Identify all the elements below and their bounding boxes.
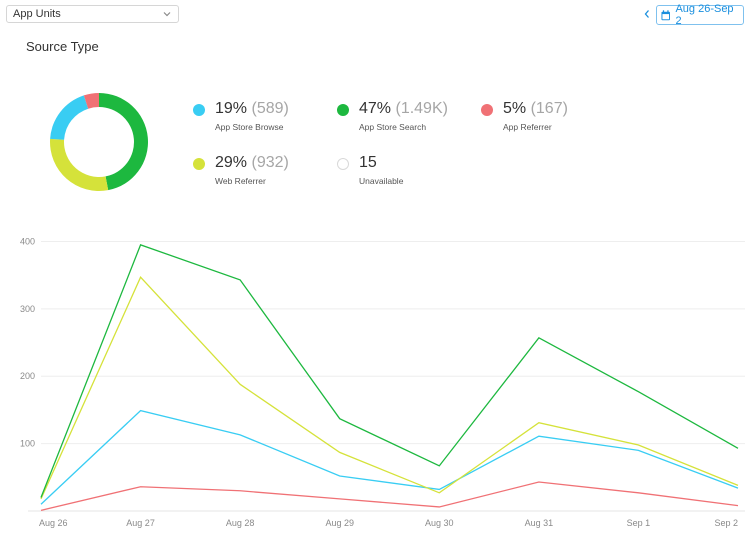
x-tick-label: Aug 29: [325, 518, 354, 528]
legend-percent: 15: [359, 154, 377, 171]
legend-label: Unavailable: [359, 176, 404, 186]
previous-period-button[interactable]: [642, 7, 652, 21]
legend-label: Web Referrer: [215, 176, 266, 186]
y-tick-label: 200: [20, 371, 35, 381]
donut-slice-web-referrer: [49, 138, 109, 191]
y-tick-label: 400: [20, 236, 35, 246]
x-tick-label: Sep 2: [714, 518, 738, 528]
legend-percent: 29%: [215, 154, 248, 171]
legend-dot-unavailable: [337, 158, 349, 170]
y-tick-label: 100: [20, 439, 35, 449]
legend-count: (1.49K): [395, 100, 448, 117]
metric-select[interactable]: App Units: [6, 5, 179, 23]
x-tick-label: Aug 30: [425, 518, 454, 528]
legend-dot-web: [193, 158, 205, 170]
y-tick-label: 300: [20, 304, 35, 314]
chevron-down-icon: [163, 12, 171, 17]
date-range-picker[interactable]: Aug 26-Sep 2: [656, 3, 744, 27]
legend-label: App Store Browse: [215, 122, 284, 132]
x-tick-label: Aug 26: [39, 518, 68, 528]
legend-value: 47% (1.49K): [359, 100, 448, 118]
source-type-donut-chart: [49, 93, 148, 191]
x-tick-label: Aug 27: [126, 518, 155, 528]
x-tick-label: Sep 1: [627, 518, 651, 528]
legend-value: 19% (589): [215, 100, 289, 118]
legend-percent: 47%: [359, 100, 392, 117]
x-tick-label: Aug 28: [226, 518, 255, 528]
series-line-app-store-browse: [40, 409, 739, 505]
calendar-icon: [661, 9, 670, 20]
legend-count: (167): [530, 100, 568, 117]
section-title: Source Type: [26, 39, 99, 54]
units-line-chart: 100 200 300 400 Aug 26 Aug 27 Aug 28 Aug 29 Aug …: [20, 236, 745, 528]
chevron-left-icon: [644, 10, 649, 18]
legend-label: App Referrer: [503, 122, 552, 132]
legend-dot-search: [337, 104, 349, 116]
legend-value: 15: [359, 154, 377, 172]
series-line-app-referrer: [40, 481, 739, 511]
metric-select-value: App Units: [13, 8, 61, 20]
donut-slice-app-store-browse: [50, 95, 89, 140]
legend-count: (932): [251, 154, 289, 171]
x-tick-label: Aug 31: [525, 518, 554, 528]
legend-dot-referrer: [481, 104, 493, 116]
legend-value: 29% (932): [215, 154, 289, 172]
legend-dot-browse: [193, 104, 205, 116]
series-line-web-referrer: [40, 276, 739, 500]
legend-value: 5% (167): [503, 100, 568, 118]
legend-label: App Store Search: [359, 122, 427, 132]
legend-percent: 5%: [503, 100, 527, 117]
donut-slice-app-store-search: [99, 93, 148, 191]
legend-percent: 19%: [215, 100, 248, 117]
date-range-label: Aug 26-Sep 2: [675, 3, 734, 27]
legend-count: (589): [251, 100, 289, 117]
